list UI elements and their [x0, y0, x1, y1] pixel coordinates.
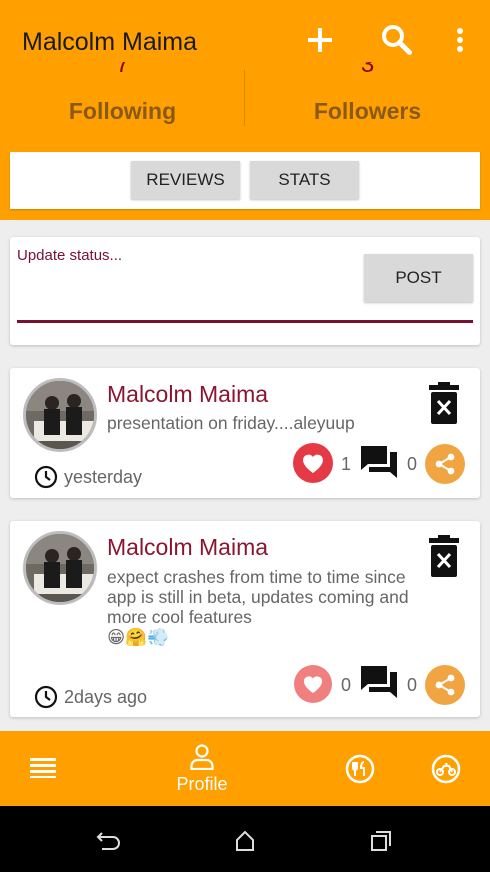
comment-button[interactable] — [361, 446, 397, 483]
share-button[interactable] — [425, 665, 465, 705]
comment-icon — [361, 446, 397, 478]
post-timestamp: yesterday — [34, 465, 142, 489]
avatar[interactable] — [23, 378, 97, 452]
system-back-button[interactable] — [94, 826, 124, 856]
like-button[interactable] — [293, 443, 333, 483]
status-input-underline — [17, 320, 473, 323]
avatar[interactable] — [23, 531, 97, 605]
heart-icon — [303, 454, 323, 473]
system-navigation-bar — [0, 806, 490, 872]
system-home-button[interactable] — [230, 826, 260, 856]
bottom-navigation: Profile — [0, 731, 490, 806]
dining-icon — [345, 754, 375, 784]
app-bar: Malcolm Maima 7 Following 3 Followers — [0, 0, 490, 140]
nav-menu[interactable] — [30, 758, 56, 778]
post-card: Malcolm Maima expect crashes from time t… — [10, 521, 480, 717]
comment-count: 0 — [407, 675, 418, 695]
nav-profile[interactable]: Profile — [163, 744, 241, 795]
like-count: 1 — [341, 454, 352, 474]
like-count: 0 — [341, 675, 352, 695]
system-recents-button[interactable] — [366, 826, 396, 856]
post-author[interactable]: Malcolm Maima — [107, 381, 268, 408]
more-options-button[interactable] — [440, 20, 480, 60]
followers-count: 3 — [360, 62, 375, 78]
post-emoji: 😁🤗💨 — [107, 627, 169, 647]
post-time-text: 2days ago — [64, 686, 148, 707]
post-button[interactable]: POST — [364, 254, 473, 302]
nav-delivery[interactable] — [431, 754, 461, 784]
home-icon — [236, 830, 254, 851]
heart-icon — [303, 676, 323, 694]
comment-count: 0 — [407, 454, 418, 474]
followers-stat[interactable]: 3 Followers — [245, 62, 490, 132]
status-input[interactable]: Update status... — [17, 247, 357, 264]
post-time-text: yesterday — [64, 466, 143, 487]
share-icon — [435, 453, 455, 475]
menu-icon — [30, 758, 56, 778]
avatar-photo — [26, 381, 94, 449]
tab-stats[interactable]: STATS — [250, 161, 359, 199]
like-button[interactable] — [294, 665, 332, 703]
post-text-body: expect crashes from time to time since a… — [107, 567, 409, 627]
tab-reviews[interactable]: REVIEWS — [131, 161, 240, 199]
tab-card: REVIEWS STATS — [10, 152, 480, 209]
search-icon — [382, 25, 412, 55]
nav-profile-label: Profile — [176, 774, 228, 794]
more-vert-icon — [457, 28, 463, 52]
share-icon — [435, 674, 455, 696]
plus-icon — [308, 28, 332, 52]
nav-restaurants[interactable] — [345, 754, 375, 784]
motorcycle-icon — [431, 754, 461, 784]
clock-icon — [34, 685, 58, 709]
avatar-photo — [26, 534, 94, 602]
post-author[interactable]: Malcolm Maima — [107, 534, 268, 561]
back-icon — [96, 832, 120, 850]
post-card: Malcolm Maima presentation on friday....… — [10, 368, 480, 498]
search-button[interactable] — [377, 20, 417, 60]
delete-icon — [429, 382, 459, 424]
share-button[interactable] — [425, 444, 465, 484]
followers-label: Followers — [313, 98, 422, 124]
comment-button[interactable] — [361, 666, 397, 703]
delete-button[interactable] — [429, 535, 459, 582]
delete-icon — [429, 535, 459, 577]
post-timestamp: 2days ago — [34, 685, 147, 709]
delete-button[interactable] — [429, 382, 459, 429]
following-stat[interactable]: 7 Following — [0, 62, 245, 132]
person-icon — [190, 744, 214, 770]
tab-area: REVIEWS STATS — [0, 140, 490, 220]
comment-icon — [361, 666, 397, 698]
post-text: expect crashes from time to time since a… — [107, 567, 437, 647]
app-title: Malcolm Maima — [22, 28, 198, 56]
post-text: presentation on friday....aleyuup — [107, 413, 355, 433]
following-count: 7 — [115, 62, 130, 78]
recents-icon — [371, 831, 391, 851]
add-button[interactable] — [300, 20, 340, 60]
following-label: Following — [68, 98, 177, 124]
clock-icon — [34, 465, 58, 489]
status-card: Update status... POST — [10, 237, 480, 345]
